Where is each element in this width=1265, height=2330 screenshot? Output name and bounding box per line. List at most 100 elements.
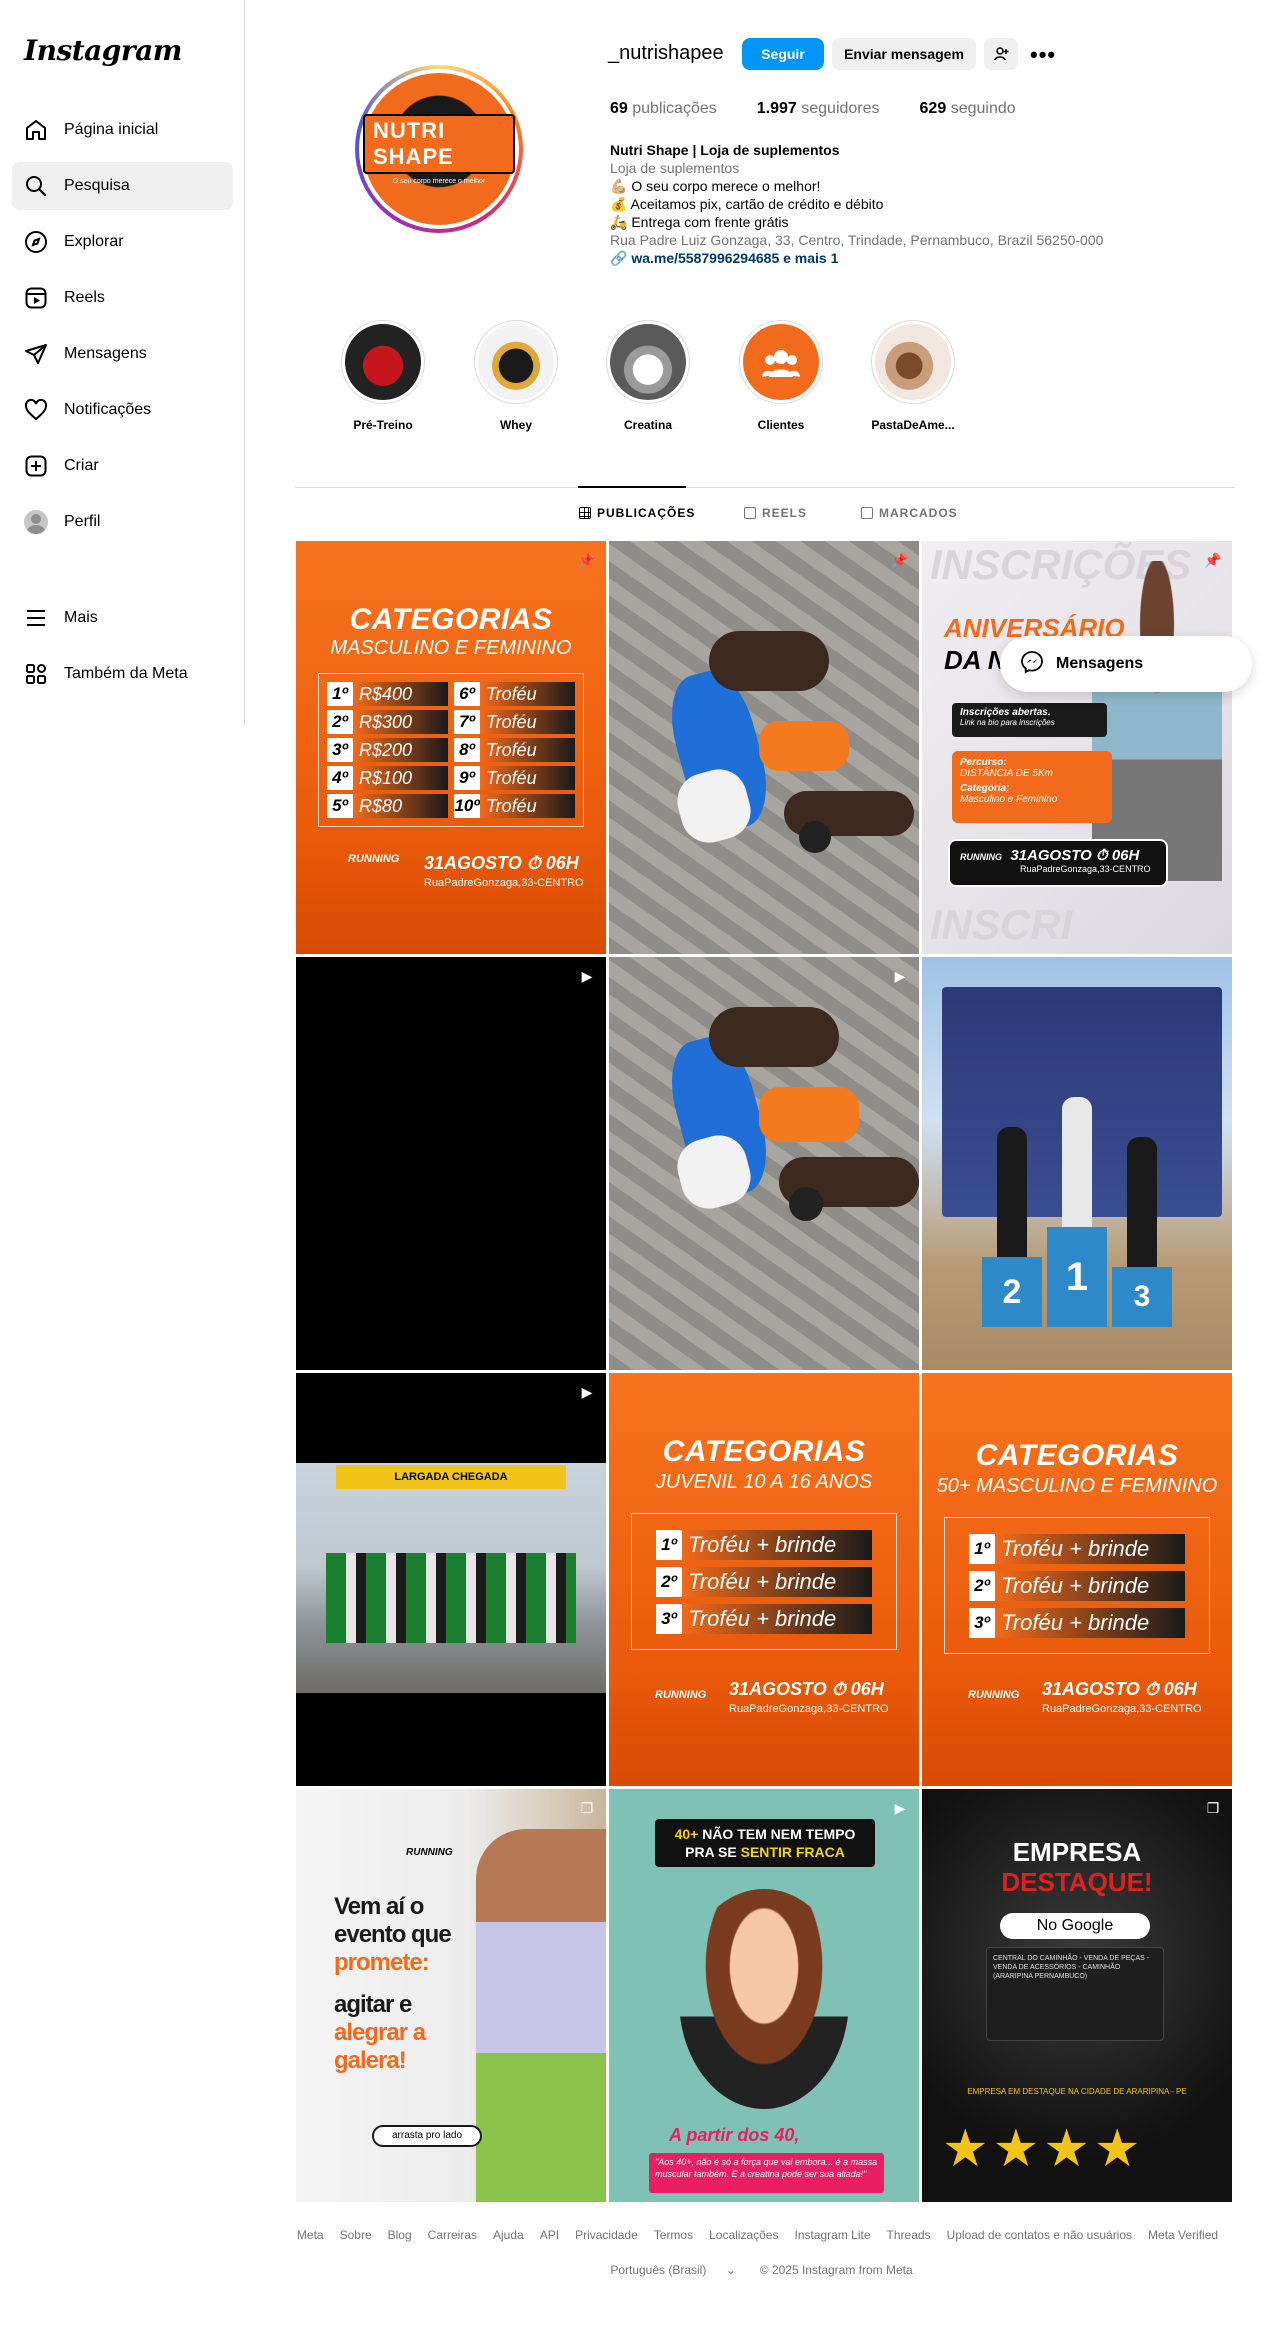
pin-icon: 📌 bbox=[578, 552, 596, 568]
finish-banner: LARGADA CHEGADA bbox=[336, 1465, 566, 1489]
footer-link[interactable]: Upload de contatos e não usuários bbox=[947, 2228, 1132, 2242]
reel-icon: ▶ bbox=[581, 1384, 593, 1400]
sidebar-item-reels[interactable]: Reels bbox=[12, 274, 233, 322]
follow-button[interactable]: Seguir bbox=[742, 38, 824, 70]
post-headline: Vem aí o evento que promete: agitar e al… bbox=[334, 1893, 452, 2074]
send-message-button[interactable]: Enviar mensagem bbox=[832, 38, 976, 70]
post-empresa-destaque[interactable]: ❐ EMPRESA DESTAQUE! No Google CENTRAL DO… bbox=[922, 1789, 1232, 2202]
footer-link[interactable]: Blog bbox=[388, 2228, 412, 2242]
footer-link[interactable]: Ajuda bbox=[493, 2228, 524, 2242]
footer-link[interactable]: Privacidade bbox=[575, 2228, 638, 2242]
post-40-plus-creatina[interactable]: ▶ 40+ NÃO TEM NEM TEMPO PRA SE SENTIR FR… bbox=[609, 1789, 919, 2202]
compass-icon bbox=[24, 230, 48, 254]
highlight-whey[interactable]: Whey bbox=[472, 320, 560, 432]
footer-link[interactable]: Meta Verified bbox=[1148, 2228, 1218, 2242]
sidebar-item-label: Mais bbox=[64, 609, 98, 626]
sidebar-item-create[interactable]: Criar bbox=[12, 442, 233, 490]
footer-link[interactable]: Instagram Lite bbox=[794, 2228, 870, 2242]
footer-link[interactable]: Termos bbox=[654, 2228, 693, 2242]
post-categorias-juvenil[interactable]: CATEGORIAS JUVENIL 10 A 16 ANOS 1º Troféu… bbox=[609, 1373, 919, 1786]
stars-icon: ★★★★ bbox=[942, 2120, 1145, 2178]
post-title: CATEGORIAS bbox=[975, 1439, 1179, 1472]
sidebar-item-more[interactable]: Mais bbox=[12, 594, 233, 642]
footer-link[interactable]: API bbox=[540, 2228, 559, 2242]
reel-icon: ▶ bbox=[581, 968, 593, 984]
footer-link[interactable]: Meta bbox=[297, 2228, 324, 2242]
runners-group bbox=[326, 1553, 576, 1643]
sidebar-item-explore[interactable]: Explorar bbox=[12, 218, 233, 266]
post-categorias-masculino-feminino[interactable]: 📌 CATEGORIAS MASCULINO E FEMININO 1º R$40… bbox=[296, 541, 606, 954]
bio-category: Loja de suplementos bbox=[610, 160, 740, 176]
sidebar-item-messages[interactable]: Mensagens bbox=[12, 330, 233, 378]
post-vem-ai-evento[interactable]: ❐ RUNNING Vem aí o evento que promete: a… bbox=[296, 1789, 606, 2202]
post-title-2: DESTAQUE! bbox=[1001, 1867, 1153, 1897]
highlight-creatina[interactable]: Creatina bbox=[604, 320, 692, 432]
sidebar-item-label: Também da Meta bbox=[64, 665, 188, 682]
bio-address[interactable]: Rua Padre Luiz Gonzaga, 33, Centro, Trin… bbox=[610, 231, 1170, 249]
profile-avatar[interactable]: NUTRI SHAPE O seu corpo merece o melhor bbox=[355, 65, 523, 233]
tab-posts[interactable]: PUBLICAÇÕES bbox=[579, 506, 695, 520]
highlight-pasta-de-amendoim[interactable]: PastaDeAme... bbox=[869, 320, 957, 432]
post-podium-photo[interactable]: 2 1 3 bbox=[922, 957, 1232, 1370]
prize-table: 1º Troféu + brinde 2º Troféu + brinde 3º Tr… bbox=[944, 1517, 1210, 1654]
runner-photo bbox=[1092, 561, 1222, 881]
event-box: RUNNING 31AGOSTO ⏱ 06H RuaPadreGonzaga,3… bbox=[948, 839, 1168, 887]
sidebar-item-profile[interactable]: Perfil bbox=[12, 498, 233, 546]
reel-icon: ▶ bbox=[894, 968, 906, 984]
messages-popup-label: Mensagens bbox=[1056, 655, 1144, 672]
footer-link[interactable]: Threads bbox=[887, 2228, 931, 2242]
language-select[interactable]: Português (Brasil) ⌄ bbox=[602, 2263, 743, 2277]
footer-link[interactable]: Sobre bbox=[340, 2228, 372, 2242]
suggested-accounts-button[interactable] bbox=[984, 38, 1018, 70]
footer-link[interactable]: Carreiras bbox=[428, 2228, 477, 2242]
sidebar-item-home[interactable]: Página inicial bbox=[12, 106, 233, 154]
post-banner: 40+ NÃO TEM NEM TEMPO PRA SE SENTIR FRAC… bbox=[655, 1819, 875, 1867]
tagged-icon bbox=[861, 507, 873, 519]
messages-popup[interactable]: Mensagens bbox=[1000, 636, 1252, 692]
tab-tagged[interactable]: MARCADOS bbox=[861, 506, 958, 520]
post-group-reel[interactable]: ▶ LARGADA CHEGADA bbox=[296, 1373, 606, 1786]
link-icon: 🔗 bbox=[610, 250, 632, 266]
avatar-icon bbox=[24, 510, 48, 534]
instagram-logo[interactable]: Instagram bbox=[24, 34, 182, 67]
footer-link[interactable]: Localizações bbox=[709, 2228, 778, 2242]
tab-reels[interactable]: REELS bbox=[744, 506, 807, 520]
bio-line: 💪🏼 O seu corpo merece o melhor! bbox=[610, 178, 821, 194]
sidebar-item-label: Pesquisa bbox=[64, 177, 130, 194]
grid-icon bbox=[579, 507, 591, 519]
post-caption: EMPRESA EM DESTAQUE NA CIDADE DE ARARIPI… bbox=[967, 2087, 1187, 2096]
running-logo: RUNNING bbox=[968, 1689, 1020, 1701]
highlight-clientes[interactable]: Clientes bbox=[737, 320, 825, 432]
post-aniversario-inscricoes[interactable]: 📌 INSCRIÇÕES ANIVERSÁRIO DA NU Inscriçõe… bbox=[922, 541, 1232, 954]
highlight-label: Creatina bbox=[623, 418, 673, 432]
sidebar-item-label: Criar bbox=[64, 457, 99, 474]
info-box: Inscrições abertas. Link na bio para ins… bbox=[952, 703, 1107, 737]
post-reel-black[interactable]: ▶ bbox=[296, 957, 606, 1370]
highlight-pre-treino[interactable]: Pré-Treino bbox=[339, 320, 427, 432]
followers-stat[interactable]: 1.997 seguidores bbox=[757, 100, 880, 118]
plus-square-icon bbox=[24, 454, 48, 478]
sidebar-item-also-from-meta[interactable]: Também da Meta bbox=[12, 650, 233, 698]
footer-links: Meta Sobre Blog Carreiras Ajuda API Priv… bbox=[0, 2228, 1265, 2242]
add-person-icon bbox=[994, 47, 1009, 61]
post-subtitle: JUVENIL 10 A 16 ANOS bbox=[655, 1471, 873, 1493]
following-stat[interactable]: 629 seguindo bbox=[920, 100, 1016, 118]
posts-stat[interactable]: 69 publicações bbox=[610, 100, 717, 118]
prize-table: 1º R$400 2º R$300 3º R$200 4º R$100 5º R$80 6… bbox=[318, 673, 584, 827]
event-address: RuaPadreGonzaga,33-CENTRO bbox=[1042, 1703, 1202, 1715]
sidebar-item-search[interactable]: Pesquisa bbox=[12, 162, 233, 210]
highlight-label: PastaDeAme... bbox=[871, 418, 955, 432]
home-icon bbox=[24, 118, 48, 142]
event-date: 31AGOSTO ⏱ 06H bbox=[424, 853, 579, 873]
sidebar-item-notifications[interactable]: Notificações bbox=[12, 386, 233, 434]
info-box: Percurso: DISTÂNCIA DE 5Km Categoria: Ma… bbox=[952, 751, 1112, 823]
bio-link[interactable]: 🔗 wa.me/5587996294685 e mais 1 bbox=[610, 249, 1170, 267]
more-options-icon[interactable]: ••• bbox=[1030, 42, 1056, 68]
post-categorias-50-plus[interactable]: CATEGORIAS 50+ MASCULINO E FEMININO 1º Tr… bbox=[922, 1373, 1232, 1786]
event-address: RuaPadreGonzaga,33-CENTRO bbox=[424, 877, 584, 889]
post-shoes-photo-2[interactable]: ▶ bbox=[609, 957, 919, 1370]
post-title: EMPRESA bbox=[1012, 1837, 1142, 1867]
profile-stats: 69 publicações 1.997 seguidores 629 segu… bbox=[610, 100, 1056, 118]
messenger-icon bbox=[1020, 650, 1044, 679]
post-shoes-photo-1[interactable]: 📌 bbox=[609, 541, 919, 954]
